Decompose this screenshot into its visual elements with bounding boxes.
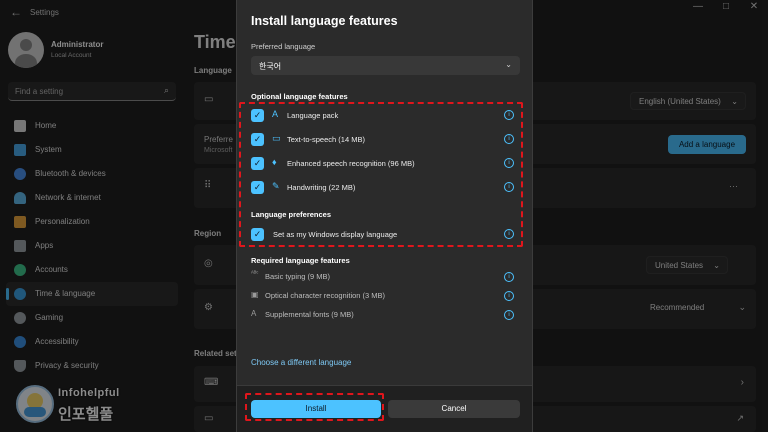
preferred-language-dropdown[interactable]: 한국어 ⌄: [251, 56, 520, 75]
chevron-down-icon: ⌄: [505, 60, 512, 69]
highlight-install-button: [245, 393, 384, 421]
ocr-icon: ▣: [251, 290, 259, 299]
optional-features-heading: Optional language features: [251, 92, 348, 101]
typing-icon: ᴬᴮᶜ: [251, 271, 259, 277]
required-basic-typing: ᴬᴮᶜ Basic typing (9 MB) i: [251, 268, 520, 286]
preferred-language-label: Preferred language: [251, 42, 316, 51]
cancel-button[interactable]: Cancel: [388, 400, 520, 418]
required-label: Basic typing (9 MB): [265, 272, 331, 281]
required-label: Supplemental fonts (9 MB): [265, 310, 354, 319]
info-icon[interactable]: i: [504, 272, 514, 282]
highlight-optional-features: [239, 102, 523, 247]
preferred-language-value: 한국어: [259, 62, 282, 71]
dialog-title: Install language features: [251, 14, 398, 28]
info-icon[interactable]: i: [504, 291, 514, 301]
info-icon[interactable]: i: [504, 310, 514, 320]
choose-different-language-link[interactable]: Choose a different language: [251, 358, 351, 367]
required-label: Optical character recognition (3 MB): [265, 291, 386, 300]
font-icon: A: [251, 309, 257, 318]
required-ocr: ▣ Optical character recognition (3 MB) i: [251, 287, 520, 305]
required-fonts: A Supplemental fonts (9 MB) i: [251, 306, 520, 324]
required-features-heading: Required language features: [251, 256, 350, 265]
